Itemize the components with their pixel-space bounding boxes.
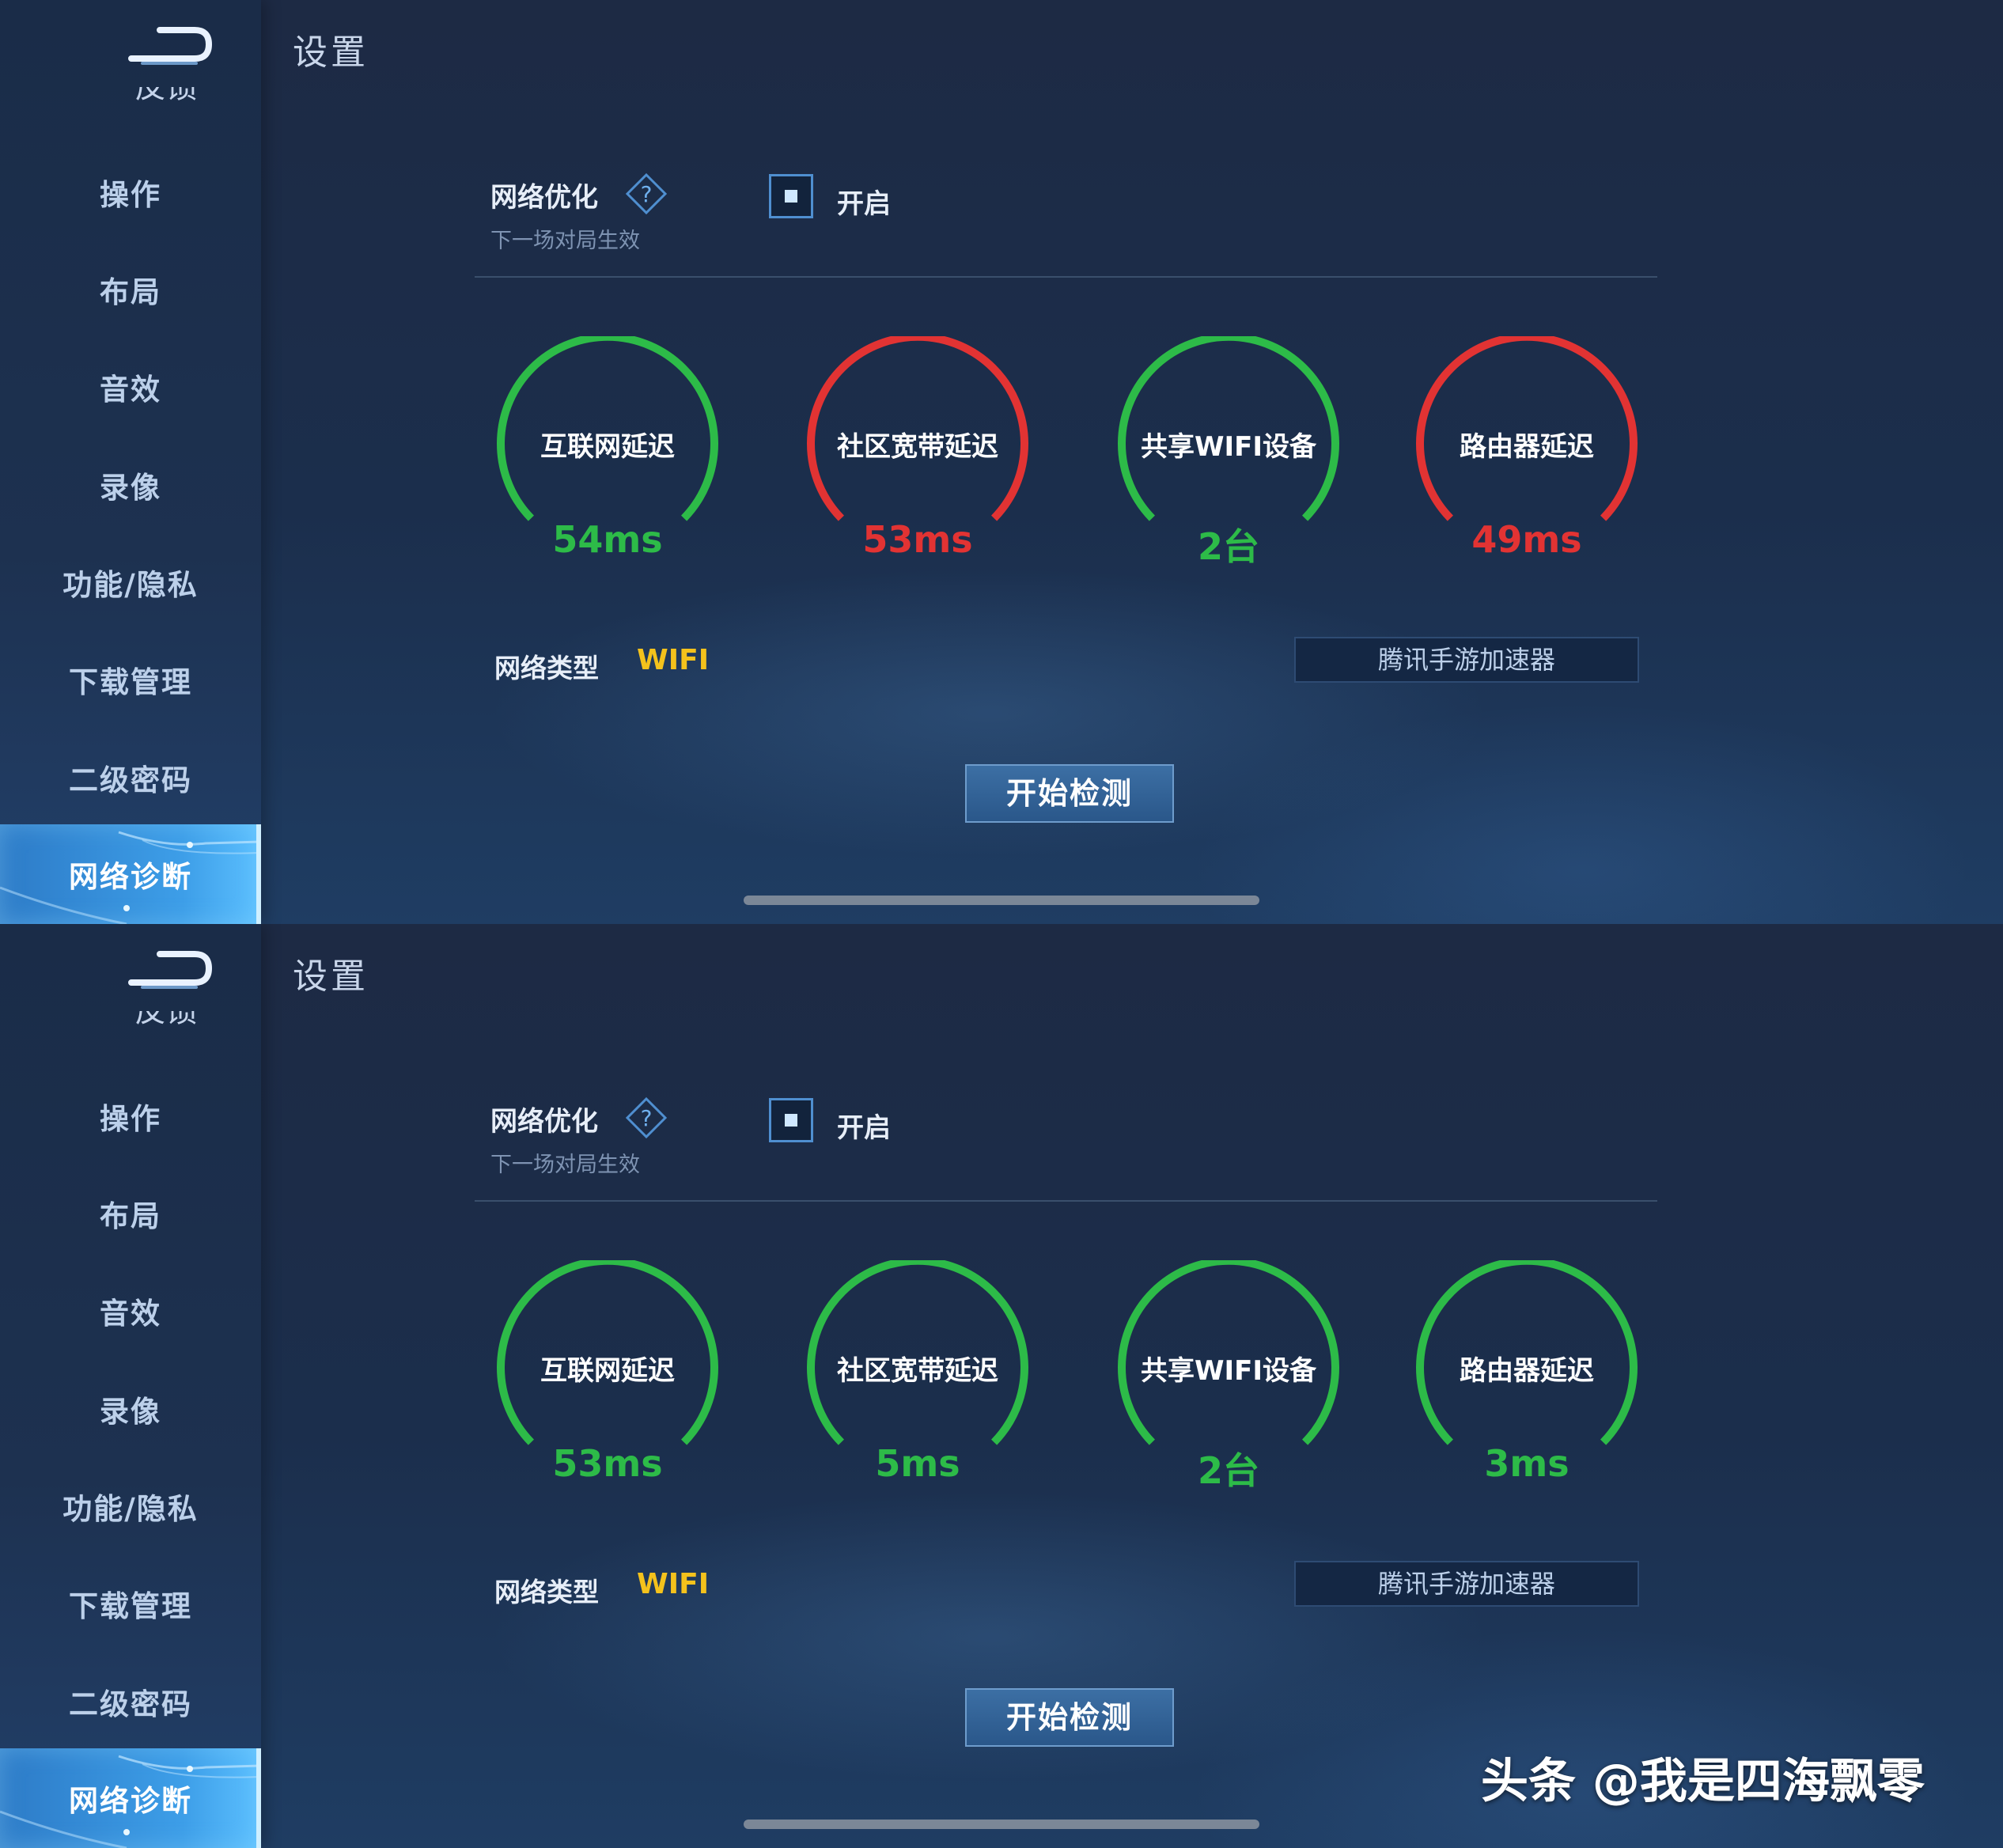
gauge-value: 3ms bbox=[1484, 1442, 1569, 1485]
network-optimization-label: 网络优化 bbox=[490, 182, 598, 214]
help-button[interactable]: ? bbox=[625, 1096, 668, 1139]
gauge-label: 共享WIFI设备 bbox=[1140, 1355, 1317, 1387]
gauge-value: 53ms bbox=[862, 518, 973, 561]
gauge-value: 54ms bbox=[552, 518, 663, 561]
gauge-internet-latency: 互联网延迟 53ms bbox=[493, 1260, 722, 1498]
back-button[interactable] bbox=[127, 22, 214, 70]
gauge-label: 社区宽带延迟 bbox=[837, 431, 998, 463]
network-optimization-label: 网络优化 bbox=[490, 1106, 598, 1138]
question-diamond-icon: ? bbox=[625, 1096, 668, 1139]
gauge-label: 路由器延迟 bbox=[1460, 431, 1594, 463]
settings-sidebar: 反馈 操作 布局 音效 录像 功能/隐私 下载管理 二级密码 网络诊断 bbox=[0, 0, 261, 924]
watermark: 头条 @我是四海飘零 bbox=[1481, 1754, 1925, 1809]
checkbox-checked-mark bbox=[785, 1114, 797, 1127]
gauge-label: 互联网延迟 bbox=[540, 431, 675, 463]
sidebar-item-secondary-password[interactable]: 二级密码 bbox=[0, 734, 261, 821]
gauge-label: 共享WIFI设备 bbox=[1140, 431, 1317, 463]
page-title: 设置 bbox=[293, 32, 369, 73]
accelerator-button[interactable]: 腾讯手游加速器 bbox=[1294, 637, 1639, 683]
home-indicator[interactable] bbox=[744, 1820, 1259, 1829]
settings-sidebar: 反馈 操作 布局 音效 录像 功能/隐私 下载管理 二级密码 网络诊断 bbox=[0, 924, 261, 1848]
gauge-label: 互联网延迟 bbox=[540, 1355, 675, 1387]
sidebar-item-downloads[interactable]: 下载管理 bbox=[0, 1560, 261, 1647]
gauge-value: 53ms bbox=[552, 1442, 663, 1485]
home-indicator[interactable] bbox=[744, 896, 1259, 905]
gauge-internet-latency: 互联网延迟 54ms bbox=[493, 336, 722, 574]
sidebar-item-secondary-password[interactable]: 二级密码 bbox=[0, 1658, 261, 1745]
help-button[interactable]: ? bbox=[625, 172, 668, 215]
sidebar-item-network-diagnosis[interactable]: 网络诊断 bbox=[0, 1748, 261, 1848]
section-divider bbox=[475, 276, 1657, 278]
accelerator-button[interactable]: 腾讯手游加速器 bbox=[1294, 1561, 1639, 1607]
checkbox-label: 开启 bbox=[837, 188, 891, 220]
sidebar-item-controls[interactable]: 操作 bbox=[0, 149, 261, 236]
network-optimization-checkbox[interactable] bbox=[769, 174, 813, 218]
start-detection-button[interactable]: 开始检测 bbox=[965, 764, 1174, 823]
sidebar-item-recording[interactable]: 录像 bbox=[0, 441, 261, 528]
sidebar-item-sound[interactable]: 音效 bbox=[0, 1267, 261, 1354]
gauge-community-broadband-latency: 社区宽带延迟 53ms bbox=[803, 336, 1032, 574]
network-optimization-checkbox[interactable] bbox=[769, 1098, 813, 1142]
network-optimization-note: 下一场对局生效 bbox=[490, 229, 640, 253]
network-type-label: 网络类型 bbox=[494, 653, 599, 684]
sidebar-item-label: 网络诊断 bbox=[69, 860, 192, 894]
network-optimization-note: 下一场对局生效 bbox=[490, 1153, 640, 1177]
back-arrow-icon bbox=[128, 27, 213, 65]
gauge-value: 5ms bbox=[875, 1442, 960, 1485]
section-divider bbox=[475, 1200, 1657, 1202]
sidebar-item-privacy[interactable]: 功能/隐私 bbox=[0, 539, 261, 626]
sidebar-item-downloads[interactable]: 下载管理 bbox=[0, 636, 261, 723]
network-type-value: WIFI bbox=[637, 644, 710, 676]
gauge-shared-wifi-devices: 共享WIFI设备 2台 bbox=[1114, 336, 1343, 574]
gauge-router-latency: 路由器延迟 3ms bbox=[1412, 1260, 1641, 1498]
sidebar-item-label: 网络诊断 bbox=[69, 1784, 192, 1818]
settings-panel-after: 反馈 操作 布局 音效 录像 功能/隐私 下载管理 二级密码 网络诊断 设置 网… bbox=[0, 924, 2003, 1848]
gauge-value: 49ms bbox=[1471, 518, 1582, 561]
gauge-community-broadband-latency: 社区宽带延迟 5ms bbox=[803, 1260, 1032, 1498]
back-button[interactable] bbox=[127, 946, 214, 994]
svg-text:?: ? bbox=[641, 181, 653, 207]
checkbox-label: 开启 bbox=[837, 1112, 891, 1144]
checkbox-checked-mark bbox=[785, 190, 797, 203]
sidebar-item-network-diagnosis[interactable]: 网络诊断 bbox=[0, 824, 261, 924]
gauge-router-latency: 路由器延迟 49ms bbox=[1412, 336, 1641, 574]
sidebar-item-partial[interactable]: 反馈 bbox=[134, 1011, 198, 1035]
back-arrow-icon bbox=[128, 951, 213, 989]
sidebar-item-layout[interactable]: 布局 bbox=[0, 1170, 261, 1257]
sidebar-item-sound[interactable]: 音效 bbox=[0, 343, 261, 430]
question-diamond-icon: ? bbox=[625, 172, 668, 215]
start-detection-button[interactable]: 开始检测 bbox=[965, 1688, 1174, 1747]
page-title: 设置 bbox=[293, 956, 369, 997]
gauge-shared-wifi-devices: 共享WIFI设备 2台 bbox=[1114, 1260, 1343, 1498]
gauge-label: 社区宽带延迟 bbox=[837, 1355, 998, 1387]
gauge-value: 2台 bbox=[1197, 525, 1259, 568]
svg-text:?: ? bbox=[641, 1105, 653, 1131]
sidebar-item-layout[interactable]: 布局 bbox=[0, 246, 261, 333]
sidebar-item-partial[interactable]: 反馈 bbox=[134, 87, 198, 111]
network-type-label: 网络类型 bbox=[494, 1577, 599, 1608]
gauge-label: 路由器延迟 bbox=[1460, 1355, 1594, 1387]
gauge-value: 2台 bbox=[1197, 1449, 1259, 1492]
sidebar-item-privacy[interactable]: 功能/隐私 bbox=[0, 1463, 261, 1550]
network-type-value: WIFI bbox=[637, 1568, 710, 1600]
sidebar-item-recording[interactable]: 录像 bbox=[0, 1365, 261, 1452]
settings-panel-before: 反馈 操作 布局 音效 录像 功能/隐私 下载管理 二级密码 网络诊断 设置 网… bbox=[0, 0, 2003, 924]
sidebar-item-controls[interactable]: 操作 bbox=[0, 1073, 261, 1160]
